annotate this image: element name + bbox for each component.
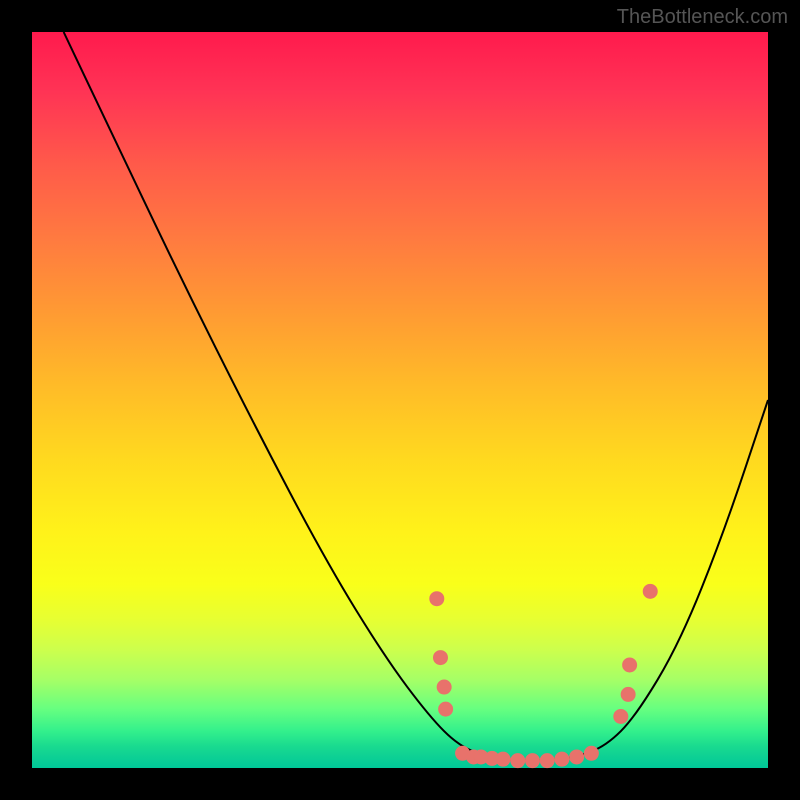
marker-dot — [570, 750, 584, 764]
marker-dot — [621, 687, 635, 701]
chart-plot-area — [32, 32, 768, 768]
marker-dot — [433, 651, 447, 665]
marker-dot — [643, 584, 657, 598]
marker-group — [430, 584, 657, 767]
marker-dot — [584, 746, 598, 760]
marker-dot — [439, 702, 453, 716]
marker-dot — [623, 658, 637, 672]
watermark-text: TheBottleneck.com — [617, 6, 788, 29]
marker-dot — [614, 709, 628, 723]
chart-svg — [32, 32, 768, 768]
marker-dot — [540, 754, 554, 768]
marker-dot — [437, 680, 451, 694]
marker-dot — [555, 752, 569, 766]
bottleneck-curve — [64, 32, 768, 761]
marker-dot — [496, 752, 510, 766]
marker-dot — [430, 592, 444, 606]
marker-dot — [525, 754, 539, 768]
marker-dot — [511, 754, 525, 768]
